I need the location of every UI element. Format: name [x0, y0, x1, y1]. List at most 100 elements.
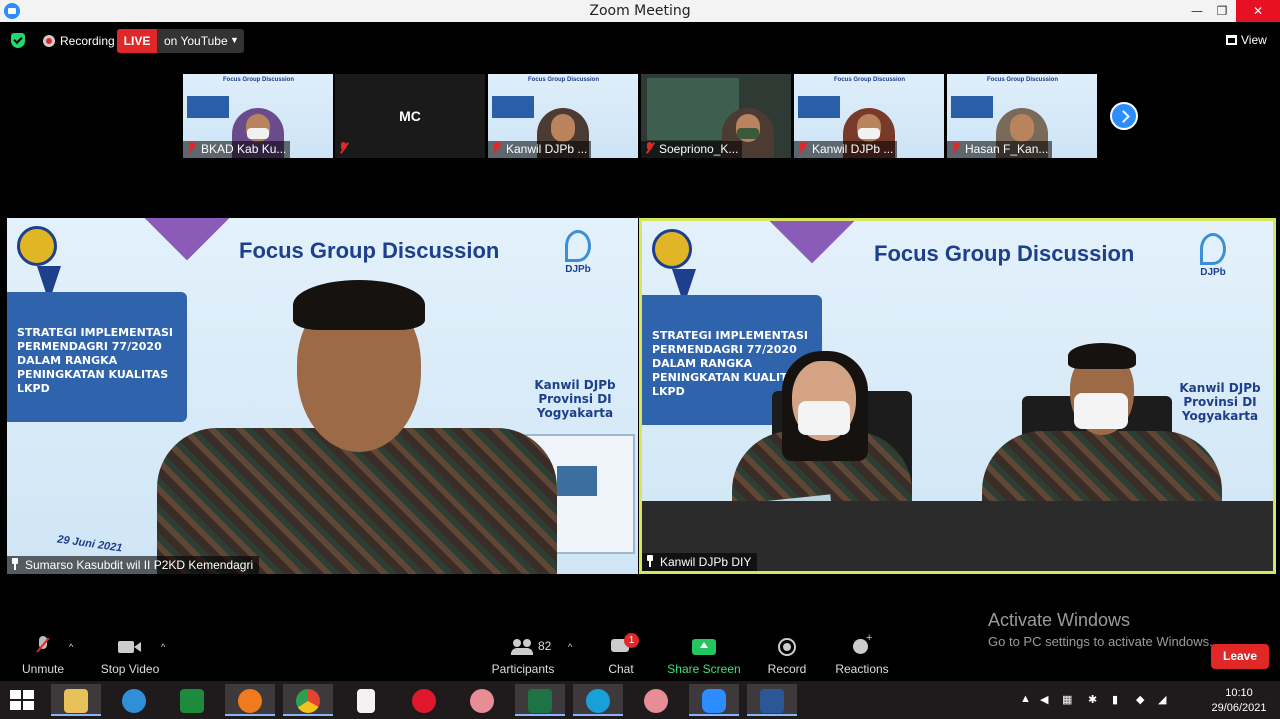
video-pane-right-active-speaker[interactable]: Focus Group Discussion DJPb STRATEGI IMP…	[639, 218, 1276, 574]
camera-icon	[118, 636, 142, 658]
participant-name-tag: Kanwil DJPb ...	[488, 141, 592, 158]
mask	[247, 128, 269, 139]
participant-thumbnail[interactable]: Focus Group Discussion Kanwil DJPb ...	[794, 74, 944, 158]
document-icon[interactable]	[341, 684, 391, 716]
mic-muted-icon	[645, 142, 655, 154]
slide-title-mini: Focus Group Discussion	[223, 77, 295, 83]
window-title: Zoom Meeting	[589, 3, 691, 19]
participant-name-tag: Hasan F_Kan...	[947, 141, 1053, 158]
participant-name-tag: Soepriono_K...	[641, 141, 743, 158]
stop-video-label: Stop Video	[100, 662, 160, 676]
activate-windows-subtext: Go to PC settings to activate Windows.	[988, 634, 1213, 649]
slide-topic-text: STRATEGI IMPLEMENTASI PERMENDAGRI 77/202…	[17, 326, 173, 395]
face	[551, 114, 575, 142]
hair	[1068, 343, 1136, 369]
ministry-emblem-icon	[652, 229, 692, 269]
participants-label: Participants	[491, 662, 555, 676]
building-window	[557, 466, 597, 496]
participant-name-tag: Kanwil DJPb DIY	[642, 553, 758, 571]
ministry-emblem-icon	[17, 226, 57, 266]
slide-title: Focus Group Discussion	[239, 238, 500, 263]
record-button[interactable]: Record	[747, 636, 827, 676]
excel-icon[interactable]	[515, 684, 565, 716]
slide-box	[492, 96, 534, 118]
stop-video-button[interactable]: Stop Video	[90, 636, 170, 676]
mask	[737, 128, 759, 139]
slide-title: Focus Group Discussion	[874, 241, 1135, 266]
app-icon[interactable]	[631, 684, 681, 716]
live-badge: LIVE	[117, 29, 157, 53]
djpb-logo-icon	[1200, 233, 1226, 265]
wifi-icon[interactable]: ◢	[1158, 693, 1166, 706]
mask	[1074, 393, 1128, 429]
hair	[293, 280, 425, 330]
view-button[interactable]: View	[1226, 33, 1267, 47]
view-grid-icon	[1226, 35, 1237, 45]
djpb-label: DJPb	[1200, 267, 1226, 278]
mic-muted-icon	[36, 636, 50, 658]
chevron-down-icon[interactable]: ▼	[230, 35, 239, 45]
participant-name-tag: Sumarso Kasubdit wil II P2KD Kemendagri	[7, 556, 260, 574]
video-pane-left[interactable]: Focus Group Discussion DJPb STRATEGI IMP…	[7, 218, 638, 574]
leave-button[interactable]: Leave	[1211, 644, 1269, 669]
firefox-icon[interactable]	[225, 684, 275, 716]
share-screen-icon	[692, 636, 716, 658]
audio-options-caret-icon[interactable]: ^	[69, 642, 73, 652]
participants-count: 82	[538, 639, 552, 653]
view-label: View	[1241, 33, 1267, 47]
participant-name: Kanwil DJPb ...	[506, 142, 588, 156]
participant-name: Kanwil DJPb ...	[812, 142, 894, 156]
slide-box	[798, 96, 840, 118]
slide-title-mini: Focus Group Discussion	[987, 77, 1059, 83]
internet-explorer-icon[interactable]	[109, 684, 159, 716]
mic-muted-icon	[951, 142, 961, 154]
reactions-button[interactable]: Reactions	[822, 632, 902, 676]
participant-name: Kanwil DJPb DIY	[660, 555, 752, 569]
djpb-logo: DJPb	[1188, 233, 1238, 278]
word-icon[interactable]	[747, 684, 797, 716]
participants-icon	[511, 636, 535, 658]
bluetooth-icon[interactable]: ✱	[1088, 693, 1097, 706]
edge-icon[interactable]	[573, 684, 623, 716]
windows-start-icon[interactable]	[10, 690, 34, 710]
video-options-caret-icon[interactable]: ^	[161, 642, 165, 652]
file-explorer-icon[interactable]	[51, 684, 101, 716]
close-button[interactable]: ✕	[1236, 0, 1280, 22]
participant-thumbnail[interactable]: Focus Group Discussion Hasan F_Kan...	[947, 74, 1097, 158]
reactions-label: Reactions	[835, 662, 889, 676]
opera-icon[interactable]	[399, 684, 449, 716]
spreadsheet-app-icon[interactable]	[167, 684, 217, 716]
participant-thumbnail[interactable]: Focus Group Discussion BKAD Kab Ku...	[183, 74, 333, 158]
participant-thumbnail[interactable]: Focus Group Discussion Kanwil DJPb ...	[488, 74, 638, 158]
system-clock[interactable]: 10:10 29/06/2021	[1204, 686, 1274, 716]
slide-title-mini: Focus Group Discussion	[834, 77, 906, 83]
maximize-button[interactable]: ❐	[1207, 0, 1237, 22]
participant-display-name: MC	[399, 108, 421, 124]
chrome-icon[interactable]	[283, 684, 333, 716]
clock-time: 10:10	[1225, 687, 1253, 699]
shield-tray-icon[interactable]: ◆	[1136, 693, 1144, 706]
chat-button[interactable]: Chat	[581, 636, 661, 676]
slide-title-mini: Focus Group Discussion	[528, 77, 600, 83]
participant-thumbnail[interactable]: MC	[335, 74, 485, 158]
chat-unread-badge: 1	[624, 633, 639, 648]
encryption-shield-icon[interactable]	[11, 33, 25, 48]
usb-icon[interactable]: ▮	[1112, 693, 1118, 706]
speaker-icon[interactable]: ◀	[1040, 693, 1048, 706]
share-screen-button[interactable]: Share Screen	[664, 636, 744, 676]
show-hidden-icons-icon[interactable]: ▲	[1020, 693, 1031, 705]
live-target-label: on YouTube	[164, 34, 228, 48]
djpb-logo: DJPb	[553, 230, 603, 275]
next-page-arrow-icon[interactable]	[1110, 102, 1138, 130]
mask	[858, 128, 880, 139]
mic-muted-icon	[339, 142, 349, 154]
record-label: Record	[767, 662, 807, 676]
participant-name: Soepriono_K...	[659, 142, 739, 156]
participants-options-caret-icon[interactable]: ^	[568, 642, 572, 652]
clock-date: 29/06/2021	[1211, 702, 1267, 714]
zoom-icon[interactable]	[689, 684, 739, 716]
slide-kanwil-text: Kanwil DJPb Provinsi DI Yogyakarta	[534, 378, 616, 420]
network-icon[interactable]: ▦	[1062, 693, 1072, 706]
app-icon[interactable]	[457, 684, 507, 716]
participant-thumbnail[interactable]: Soepriono_K...	[641, 74, 791, 158]
